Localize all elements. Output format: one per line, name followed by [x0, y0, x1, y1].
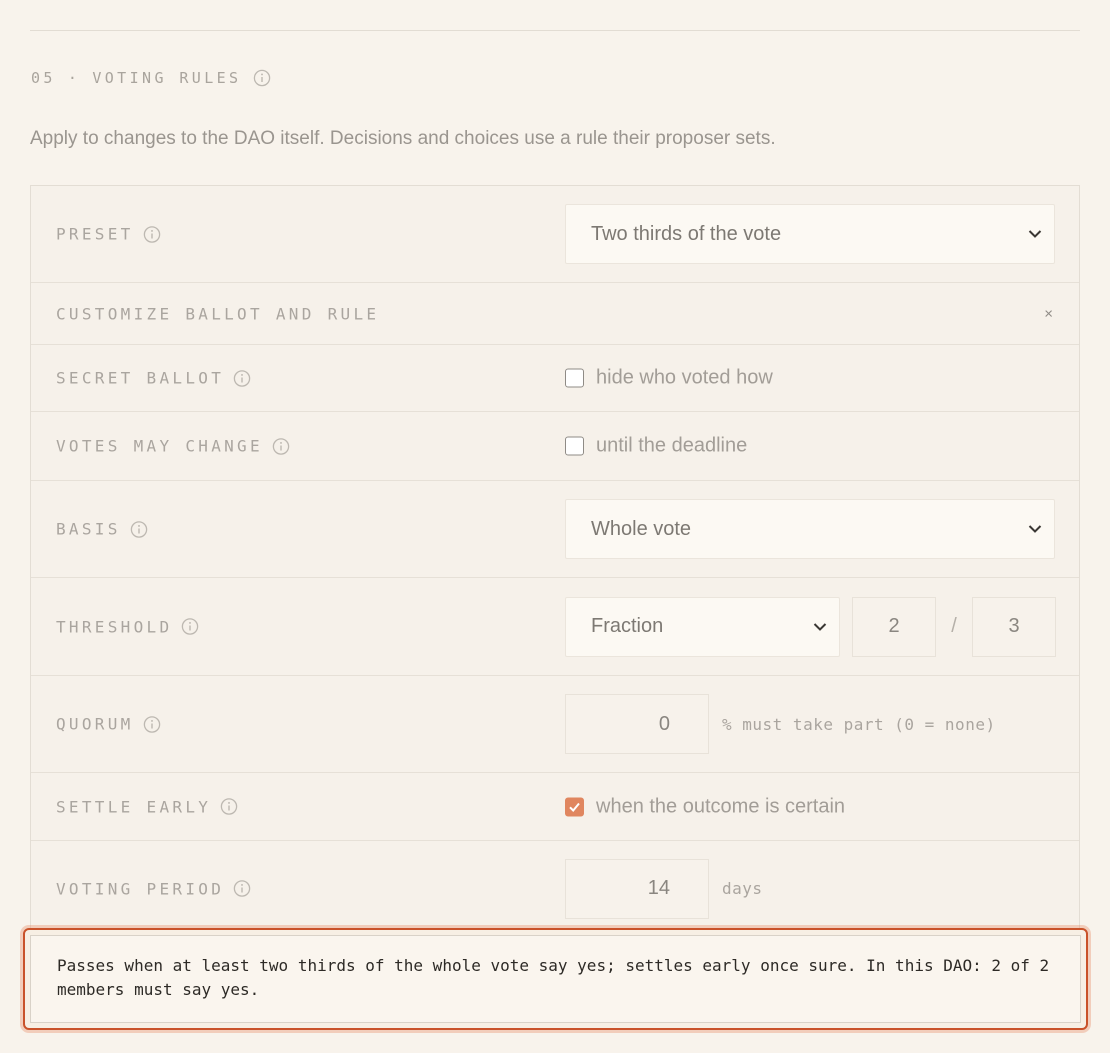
votes-may-change-label: VOTES MAY CHANGE: [56, 437, 290, 456]
settle-early-field: when the outcome is certain: [565, 795, 845, 818]
voting-period-label: VOTING PERIOD: [56, 879, 251, 898]
rule-summary-box: Passes when at least two thirds of the w…: [23, 928, 1088, 1030]
preset-field: Two thirds of the vote: [565, 204, 1055, 264]
info-icon[interactable]: [253, 69, 271, 87]
votes-may-change-checkbox[interactable]: [565, 436, 584, 456]
info-icon[interactable]: [143, 225, 161, 243]
voting-rules-page: 05 · VOTING RULES Apply to changes to th…: [0, 0, 1110, 1053]
close-icon[interactable]: ×: [1044, 305, 1053, 322]
voting-period-label-text: VOTING PERIOD: [56, 879, 225, 898]
basis-field: Whole vote: [565, 499, 1055, 559]
votes-may-change-field: until the deadline: [565, 435, 747, 458]
secret-ballot-row: SECRET BALLOT hide who voted how: [31, 345, 1079, 412]
section-title: 05 · VOTING RULES: [31, 69, 271, 87]
preset-select[interactable]: Two thirds of the vote: [565, 204, 1055, 264]
info-icon[interactable]: [181, 618, 199, 636]
info-icon[interactable]: [130, 520, 148, 538]
customize-row[interactable]: CUSTOMIZE BALLOT AND RULE ×: [31, 283, 1079, 345]
threshold-label: THRESHOLD: [56, 617, 199, 636]
secret-ballot-field: hide who voted how: [565, 367, 773, 390]
quorum-label-text: QUORUM: [56, 714, 134, 734]
quorum-row: QUORUM 0 % must take part (0 = none): [31, 676, 1079, 773]
settle-early-label: SETTLE EARLY: [56, 797, 238, 816]
votes-may-change-text: until the deadline: [596, 434, 748, 457]
quorum-suffix: % must take part (0 = none): [722, 714, 996, 734]
section-number: 05: [31, 69, 56, 87]
voting-period-field: 14 days: [565, 858, 763, 919]
secret-ballot-text: hide who voted how: [596, 366, 773, 389]
votes-may-change-label-text: VOTES MAY CHANGE: [56, 436, 263, 456]
voting-period-input[interactable]: 14: [565, 858, 709, 919]
info-icon[interactable]: [143, 715, 161, 733]
quorum-label: QUORUM: [56, 715, 161, 734]
settle-early-row: SETTLE EARLY when the outcome is certain: [31, 773, 1079, 841]
quorum-field: 0 % must take part (0 = none): [565, 694, 996, 754]
chevron-down-icon: [813, 622, 827, 632]
threshold-slash: /: [951, 615, 957, 637]
section-heading: VOTING RULES: [92, 69, 242, 87]
threshold-label-text: THRESHOLD: [56, 617, 173, 636]
basis-select[interactable]: Whole vote: [565, 499, 1055, 559]
top-divider: [30, 30, 1080, 31]
chevron-down-icon: [1028, 524, 1042, 534]
chevron-down-icon: [1028, 229, 1042, 239]
threshold-row: THRESHOLD Fraction 2 / 3: [31, 578, 1079, 676]
customize-label-text: CUSTOMIZE BALLOT AND RULE: [56, 304, 380, 323]
threshold-type-select[interactable]: Fraction: [565, 596, 840, 657]
basis-row: BASIS Whole vote: [31, 481, 1079, 578]
votes-may-change-row: VOTES MAY CHANGE until the deadline: [31, 412, 1079, 481]
preset-label-text: PRESET: [56, 224, 134, 244]
rule-summary-text: Passes when at least two thirds of the w…: [30, 935, 1081, 1023]
info-icon[interactable]: [272, 437, 290, 455]
secret-ballot-label: SECRET BALLOT: [56, 369, 251, 388]
info-icon[interactable]: [233, 880, 251, 898]
basis-label: BASIS: [56, 520, 148, 539]
voting-period-row: VOTING PERIOD 14 days: [31, 841, 1079, 936]
secret-ballot-checkbox[interactable]: [565, 368, 584, 388]
section-description: Apply to changes to the DAO itself. Deci…: [30, 128, 776, 149]
threshold-field: Fraction 2 / 3: [565, 596, 1056, 657]
basis-select-value: Whole vote: [591, 517, 692, 540]
info-icon[interactable]: [233, 369, 251, 387]
quorum-input[interactable]: 0: [565, 694, 709, 754]
preset-select-value: Two thirds of the vote: [591, 222, 782, 245]
section-separator: ·: [67, 69, 81, 87]
secret-ballot-label-text: SECRET BALLOT: [56, 368, 225, 388]
customize-label: CUSTOMIZE BALLOT AND RULE: [56, 304, 379, 323]
threshold-numerator-input[interactable]: 2: [852, 596, 936, 657]
info-icon[interactable]: [220, 798, 238, 816]
settle-early-text: when the outcome is certain: [596, 795, 846, 817]
settle-early-label-text: SETTLE EARLY: [56, 797, 212, 816]
threshold-denominator-input[interactable]: 3: [972, 596, 1056, 657]
voting-rules-form: PRESET Two thirds of the vote CUSTOMIZE …: [30, 185, 1080, 930]
check-icon: [569, 802, 580, 812]
basis-label-text: BASIS: [56, 519, 121, 539]
preset-row: PRESET Two thirds of the vote: [31, 186, 1079, 283]
threshold-type-value: Fraction: [591, 615, 664, 637]
voting-period-suffix: days: [722, 879, 763, 898]
preset-label: PRESET: [56, 225, 161, 244]
settle-early-checkbox[interactable]: [565, 797, 584, 816]
